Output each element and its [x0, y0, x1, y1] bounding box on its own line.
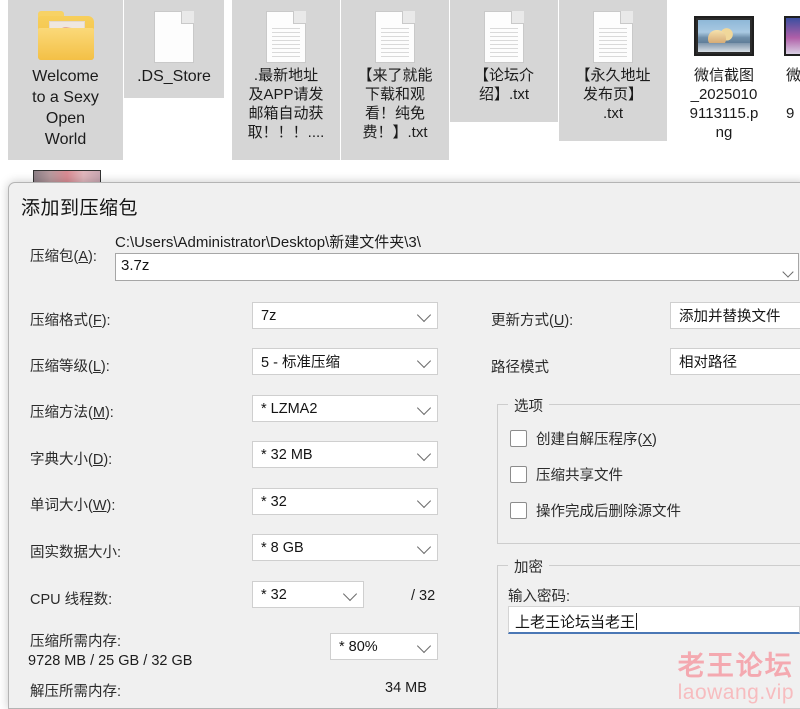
- memory-compress-value: 9728 MB / 25 GB / 32 GB: [28, 653, 193, 669]
- delete-after-compress-label: 操作完成后删除源文件: [536, 504, 681, 520]
- text-file-icon: [579, 8, 647, 66]
- icon-label: Welcome to a Sexy Open World: [32, 68, 99, 148]
- path-mode-combo[interactable]: 相对路径: [670, 348, 800, 375]
- dictionary-size-label: 字典大小(D):: [30, 452, 113, 468]
- delete-after-compress-checkbox[interactable]: [510, 502, 527, 519]
- icon-label: 【来了就能 下载和观 看！纯免 费！】.txt: [357, 67, 433, 141]
- icon-label: 【论坛介 绍】.txt: [473, 67, 534, 103]
- compress-shared-files-checkbox[interactable]: [510, 466, 527, 483]
- word-size-label: 单词大小(W):: [30, 498, 116, 514]
- cpu-threads-total: / 32: [411, 588, 436, 604]
- path-mode-label: 路径模式: [491, 360, 549, 376]
- image-file-icon: [690, 8, 758, 66]
- archive-name-input[interactable]: 3.7z: [115, 253, 799, 281]
- dictionary-size-combo[interactable]: * 32 MB: [252, 441, 438, 468]
- text-file-icon: [252, 8, 320, 66]
- encryption-group-legend: 加密: [508, 556, 549, 577]
- update-mode-combo[interactable]: 添加并替换文件: [670, 302, 800, 329]
- word-size-combo[interactable]: * 32: [252, 488, 438, 515]
- memory-decompress-value: 34 MB: [385, 680, 427, 696]
- chevron-down-icon[interactable]: [416, 400, 432, 417]
- compression-method-label: 压缩方法(M):: [30, 405, 114, 421]
- chevron-down-icon[interactable]: [416, 493, 432, 510]
- archive-format-combo[interactable]: 7z: [252, 302, 438, 329]
- chevron-down-icon[interactable]: [416, 446, 432, 463]
- file-icon: [140, 8, 208, 66]
- solid-block-size-label: 固实数据大小:: [30, 545, 122, 561]
- solid-block-size-combo[interactable]: * 8 GB: [252, 534, 438, 561]
- password-input[interactable]: 上老王论坛当老王: [508, 606, 800, 634]
- text-file-icon: [361, 8, 429, 66]
- chevron-down-icon[interactable]: [782, 263, 794, 280]
- delete-after-compress-checkbox-row[interactable]: 操作完成后删除源文件: [510, 500, 681, 521]
- chevron-down-icon[interactable]: [416, 638, 432, 655]
- icon-label: .DS_Store: [137, 68, 211, 85]
- icon-label: 【永久地址 发布页】 .txt: [575, 67, 651, 122]
- cpu-threads-label: CPU 线程数:: [30, 592, 113, 608]
- compression-method-combo[interactable]: * LZMA2: [252, 395, 438, 422]
- compress-shared-files-checkbox-row[interactable]: 压缩共享文件: [510, 464, 623, 485]
- compress-shared-files-label: 压缩共享文件: [536, 468, 623, 484]
- archive-path-text: C:\Users\Administrator\Desktop\新建文件夹\3\: [115, 234, 421, 251]
- text-caret: [636, 612, 638, 630]
- compression-level-combo[interactable]: 5 - 标准压缩: [252, 348, 438, 375]
- chevron-down-icon[interactable]: [416, 307, 432, 324]
- desktop-icon-partial-right[interactable]: 微 9: [784, 0, 800, 123]
- chevron-down-icon[interactable]: [416, 539, 432, 556]
- screen: Welcome to a Sexy Open World .DS_Store .: [0, 0, 800, 709]
- create-sfx-label: 创建自解压程序(X): [536, 432, 657, 448]
- chevron-down-icon[interactable]: [416, 353, 432, 370]
- memory-usage-percent-combo[interactable]: * 80%: [330, 633, 438, 660]
- memory-compress-label: 压缩所需内存:: [30, 634, 122, 650]
- image-file-icon: [784, 8, 800, 66]
- chevron-down-icon[interactable]: [342, 586, 358, 603]
- options-group-legend: 选项: [508, 395, 549, 416]
- create-sfx-checkbox[interactable]: [510, 430, 527, 447]
- update-mode-label: 更新方式(U):: [491, 313, 574, 329]
- password-value: 上老王论坛当老王: [515, 613, 636, 631]
- folder-icon: [32, 8, 100, 66]
- archive-label: 压缩包(A):: [30, 249, 97, 265]
- cpu-threads-combo[interactable]: * 32: [252, 581, 364, 608]
- archive-format-label: 压缩格式(F):: [30, 313, 111, 329]
- create-sfx-checkbox-row[interactable]: 创建自解压程序(X): [510, 428, 657, 449]
- icon-label: 微信截图 _2025010 9113115.p ng: [689, 67, 759, 141]
- password-label: 输入密码:: [508, 589, 571, 605]
- icon-label: .最新地址 及APP请发 邮箱自动获 取！！！....: [247, 67, 325, 141]
- compression-level-label: 压缩等级(L):: [30, 359, 110, 375]
- memory-decompress-label: 解压所需内存:: [30, 684, 122, 700]
- text-file-icon: [470, 8, 538, 66]
- icon-label: 微 9: [786, 67, 800, 122]
